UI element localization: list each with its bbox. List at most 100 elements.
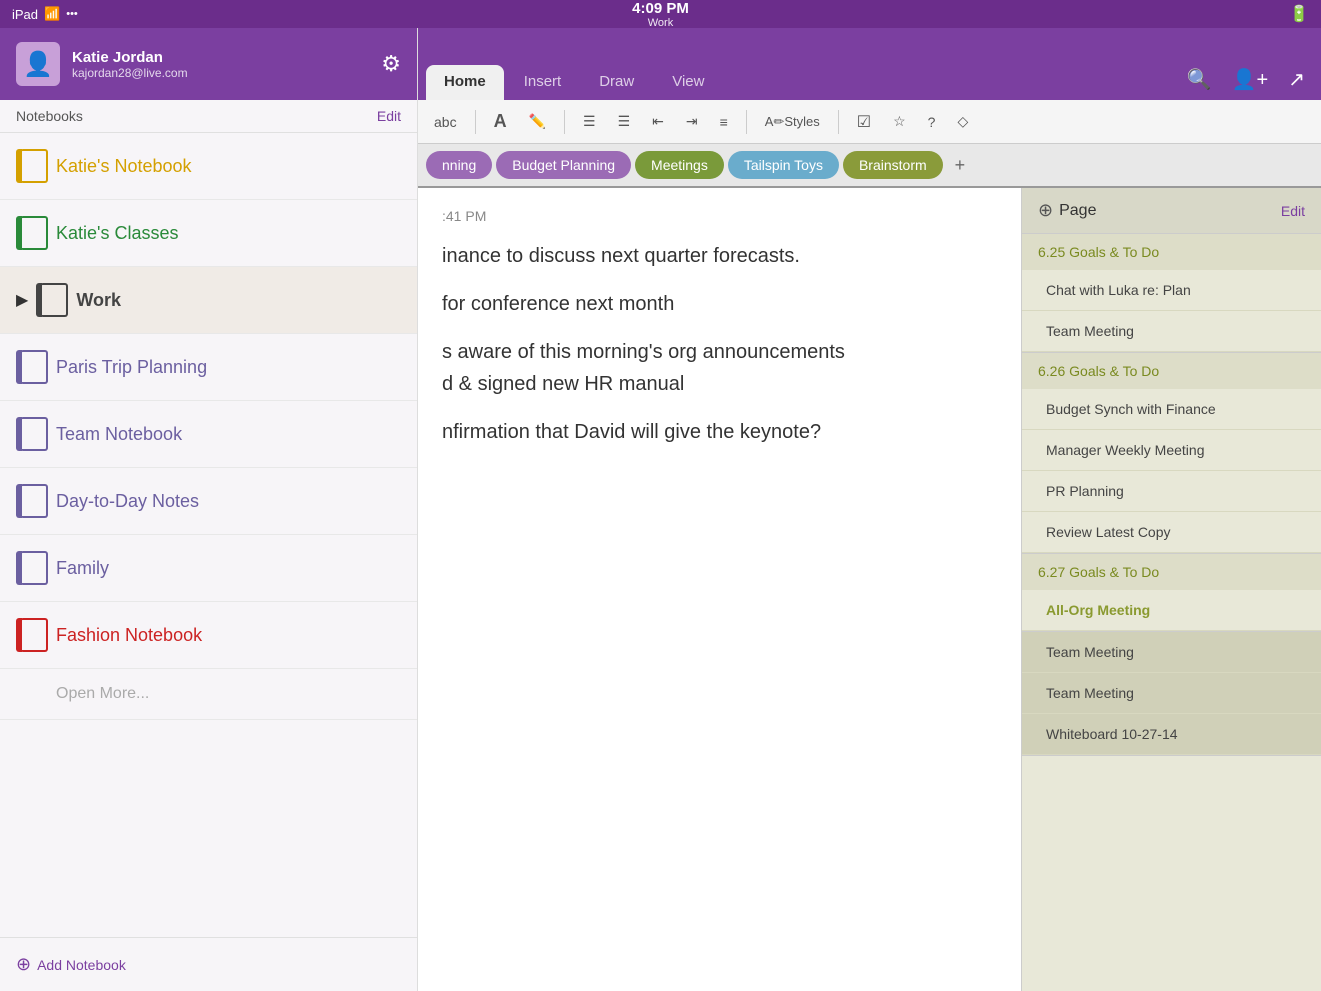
signal-dots: ••• bbox=[66, 8, 78, 20]
page-panel-edit-button[interactable]: Edit bbox=[1281, 203, 1305, 219]
tab-view[interactable]: View bbox=[654, 65, 722, 100]
notebook-icon-katies-classes bbox=[16, 216, 44, 250]
numbered-list-tool[interactable]: ☰ bbox=[610, 109, 639, 134]
note-editor[interactable]: :41 PM inance to discuss next quarter fo… bbox=[418, 188, 1021, 991]
notebook-item-katies-notebook[interactable]: Katie's Notebook bbox=[0, 133, 417, 200]
tag-tool[interactable]: ◇ bbox=[949, 109, 976, 134]
styles-label: Styles bbox=[784, 114, 819, 129]
tab-draw[interactable]: Draw bbox=[581, 65, 652, 100]
section-tab-tailspin[interactable]: Tailspin Toys bbox=[728, 151, 839, 179]
notebook-label-katies-notebook: Katie's Notebook bbox=[56, 156, 192, 177]
notebook-label-day-to-day: Day-to-Day Notes bbox=[56, 491, 199, 512]
notebook-icon-team-notebook bbox=[16, 417, 44, 451]
section-tab-budget[interactable]: Budget Planning bbox=[496, 151, 631, 179]
add-section-tab-button[interactable]: + bbox=[947, 151, 974, 180]
nav-icons-group: 🔍 👤+ ↗ bbox=[1171, 67, 1321, 100]
align-tool[interactable]: ≡ bbox=[712, 110, 736, 134]
indent-tool[interactable]: ⇥ bbox=[678, 109, 706, 134]
battery-icon: 🔋 bbox=[1289, 4, 1309, 24]
open-more-item[interactable]: Open More... bbox=[0, 669, 417, 720]
note-paragraph-3: s aware of this morning's org announceme… bbox=[442, 336, 997, 400]
star-tool[interactable]: ☆ bbox=[885, 109, 914, 134]
page-item-team-meeting-3[interactable]: Team Meeting bbox=[1022, 673, 1321, 714]
styles-dropdown[interactable]: A✏ Styles bbox=[757, 110, 828, 134]
notebook-item-family[interactable]: Family bbox=[0, 535, 417, 602]
notebooks-bar: Notebooks Edit bbox=[0, 100, 417, 133]
toolbar-sep-2 bbox=[564, 110, 565, 134]
tab-insert[interactable]: Insert bbox=[506, 65, 580, 100]
abc-label: abc bbox=[434, 114, 457, 130]
font-size-tool[interactable]: A bbox=[486, 107, 515, 136]
section-tab-planning[interactable]: nning bbox=[426, 151, 492, 179]
note-timestamp: :41 PM bbox=[442, 208, 997, 224]
section-tab-brainstorm[interactable]: Brainstorm bbox=[843, 151, 943, 179]
notebook-item-work[interactable]: ▶ Work bbox=[0, 267, 417, 334]
main-content-area: Home Insert Draw View 🔍 👤+ ↗ abc A ✏️ ☰ … bbox=[418, 28, 1321, 991]
add-circle-icon: ⊕ bbox=[16, 954, 31, 975]
page-item-whiteboard[interactable]: Whiteboard 10-27-14 bbox=[1022, 714, 1321, 755]
tab-home[interactable]: Home bbox=[426, 65, 504, 100]
abc-tool[interactable]: abc bbox=[426, 110, 465, 134]
notebook-icon-day-to-day bbox=[16, 484, 44, 518]
active-arrow-icon: ▶ bbox=[16, 290, 28, 310]
checkbox-icon: ☑ bbox=[857, 112, 871, 132]
notebook-icon-fashion-notebook bbox=[16, 618, 44, 652]
add-notebook-button[interactable]: ⊕ Add Notebook bbox=[16, 954, 126, 975]
open-more-label: Open More... bbox=[56, 685, 149, 703]
sidebar-header: 👤 Katie Jordan kajordan28@live.com ⚙ bbox=[0, 28, 417, 100]
notebook-item-day-to-day[interactable]: Day-to-Day Notes bbox=[0, 468, 417, 535]
page-section-misc: Team Meeting Team Meeting Whiteboard 10-… bbox=[1022, 632, 1321, 756]
page-section-627: 6.27 Goals & To Do All-Org Meeting bbox=[1022, 554, 1321, 632]
expand-icon[interactable]: ↗ bbox=[1288, 67, 1305, 92]
user-info: Katie Jordan kajordan28@live.com bbox=[72, 49, 369, 80]
notebook-item-fashion-notebook[interactable]: Fashion Notebook bbox=[0, 602, 417, 669]
section-header-625: 6.25 Goals & To Do bbox=[1022, 234, 1321, 270]
toolbar-sep-4 bbox=[838, 110, 839, 134]
page-item-all-org[interactable]: All-Org Meeting bbox=[1022, 590, 1321, 631]
bullet-list-icon: ☰ bbox=[583, 113, 596, 130]
user-name: Katie Jordan bbox=[72, 49, 369, 66]
page-item-review-latest[interactable]: Review Latest Copy bbox=[1022, 512, 1321, 553]
checkbox-tool[interactable]: ☑ bbox=[849, 108, 879, 136]
settings-icon[interactable]: ⚙ bbox=[381, 51, 401, 77]
add-person-icon[interactable]: 👤+ bbox=[1232, 67, 1269, 92]
section-tab-planning-label: nning bbox=[442, 157, 476, 173]
section-tab-brainstorm-label: Brainstorm bbox=[859, 157, 927, 173]
page-item-chat-luka[interactable]: Chat with Luka re: Plan bbox=[1022, 270, 1321, 311]
pen-tool[interactable]: ✏️ bbox=[521, 109, 554, 134]
notebook-item-paris-trip[interactable]: Paris Trip Planning bbox=[0, 334, 417, 401]
outdent-icon: ⇤ bbox=[652, 113, 664, 130]
page-item-team-meeting-1[interactable]: Team Meeting bbox=[1022, 311, 1321, 352]
section-tabs: nning Budget Planning Meetings Tailspin … bbox=[418, 144, 1321, 188]
content-area: :41 PM inance to discuss next quarter fo… bbox=[418, 188, 1321, 991]
notebooks-edit-button[interactable]: Edit bbox=[377, 108, 401, 124]
outdent-tool[interactable]: ⇤ bbox=[644, 109, 672, 134]
wifi-icon: 📶 bbox=[44, 6, 60, 22]
page-item-team-meeting-2[interactable]: Team Meeting bbox=[1022, 632, 1321, 673]
question-icon: ? bbox=[928, 114, 936, 130]
page-item-pr-planning[interactable]: PR Planning bbox=[1022, 471, 1321, 512]
page-section-626: 6.26 Goals & To Do Budget Synch with Fin… bbox=[1022, 353, 1321, 554]
wand-icon: A✏ bbox=[765, 114, 785, 130]
note-paragraph-2: for conference next month bbox=[442, 288, 997, 320]
bullet-list-tool[interactable]: ☰ bbox=[575, 109, 604, 134]
notebook-item-team-notebook[interactable]: Team Notebook bbox=[0, 401, 417, 468]
time-display: 4:09 PM bbox=[632, 0, 689, 17]
section-tab-meetings-label: Meetings bbox=[651, 157, 708, 173]
page-item-budget-synch[interactable]: Budget Synch with Finance bbox=[1022, 389, 1321, 430]
notebook-label-katies-classes: Katie's Classes bbox=[56, 223, 178, 244]
formatting-toolbar: abc A ✏️ ☰ ☰ ⇤ ⇥ ≡ A✏ Styles ☑ ☆ ? ◇ bbox=[418, 100, 1321, 144]
numbered-list-icon: ☰ bbox=[618, 113, 631, 130]
search-icon[interactable]: 🔍 bbox=[1187, 67, 1212, 92]
pen-icon: ✏️ bbox=[529, 113, 546, 130]
question-tool[interactable]: ? bbox=[920, 110, 944, 134]
notebook-icon-katies-notebook bbox=[16, 149, 44, 183]
notebook-item-katies-classes[interactable]: Katie's Classes bbox=[0, 200, 417, 267]
sidebar: 👤 Katie Jordan kajordan28@live.com ⚙ Not… bbox=[0, 28, 418, 991]
user-email: kajordan28@live.com bbox=[72, 66, 369, 80]
section-tab-meetings[interactable]: Meetings bbox=[635, 151, 724, 179]
add-page-icon[interactable]: ⊕ bbox=[1038, 200, 1053, 221]
page-item-manager-weekly[interactable]: Manager Weekly Meeting bbox=[1022, 430, 1321, 471]
status-bar: iPad 📶 ••• 4:09 PM Work 🔋 bbox=[0, 0, 1321, 28]
align-icon: ≡ bbox=[720, 114, 728, 130]
